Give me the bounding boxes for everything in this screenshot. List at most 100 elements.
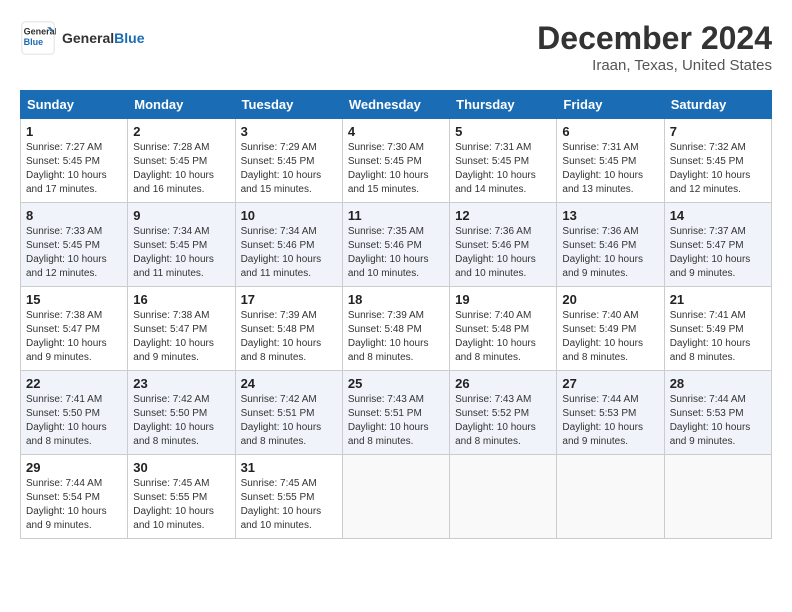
day-info: Sunrise: 7:42 AM Sunset: 5:51 PM Dayligh… [241,393,337,449]
calendar-cell: 24 Sunrise: 7:42 AM Sunset: 5:51 PM Dayli… [235,371,342,455]
header: General Blue GeneralBlue December 2024 I… [20,20,772,74]
day-number: 20 [562,292,658,307]
calendar-cell: 31Sunrise: 7:45 AM Sunset: 5:55 PM Dayli… [235,455,342,539]
calendar-cell [557,455,664,539]
day-number: 28 [670,376,766,391]
calendar-cell: 19 Sunrise: 7:40 AM Sunset: 5:48 PM Dayli… [450,287,557,371]
day-info: Sunrise: 7:44 AM Sunset: 5:54 PM Dayligh… [26,477,122,533]
logo-icon: General Blue [20,20,56,56]
calendar-cell: 9Sunrise: 7:34 AM Sunset: 5:45 PM Daylig… [128,203,235,287]
day-info: Sunrise: 7:41 AM Sunset: 5:50 PM Dayligh… [26,393,122,449]
day-number: 6 [562,124,658,139]
logo: General Blue GeneralBlue [20,20,144,56]
day-info: Sunrise: 7:32 AM Sunset: 5:45 PM Dayligh… [670,141,766,197]
calendar-cell: 30 Sunrise: 7:45 AM Sunset: 5:55 PM Dayli… [128,455,235,539]
col-header-sunday: Sunday [21,91,128,119]
calendar-cell: 26 Sunrise: 7:43 AM Sunset: 5:52 PM Dayli… [450,371,557,455]
calendar-cell: 2 Sunrise: 7:28 AM Sunset: 5:45 PM Daylig… [128,119,235,203]
day-number: 7 [670,124,766,139]
day-number: 27 [562,376,658,391]
col-header-thursday: Thursday [450,91,557,119]
calendar-cell: 3Sunrise: 7:29 AM Sunset: 5:45 PM Daylig… [235,119,342,203]
calendar-cell: 13 Sunrise: 7:36 AM Sunset: 5:46 PM Dayli… [557,203,664,287]
title-area: December 2024 Iraan, Texas, United State… [537,20,772,74]
day-number: 23 [133,376,229,391]
day-number: 17 [241,292,337,307]
calendar-cell: 28 Sunrise: 7:44 AM Sunset: 5:53 PM Dayli… [664,371,771,455]
day-number: 29 [26,460,122,475]
day-number: 12 [455,208,551,223]
calendar-cell: 5 Sunrise: 7:31 AM Sunset: 5:45 PM Daylig… [450,119,557,203]
calendar-cell: 16 Sunrise: 7:38 AM Sunset: 5:47 PM Dayli… [128,287,235,371]
svg-text:Blue: Blue [24,37,44,47]
day-number: 19 [455,292,551,307]
day-info: Sunrise: 7:27 AM Sunset: 5:45 PM Dayligh… [26,141,122,197]
day-info: Sunrise: 7:36 AM Sunset: 5:46 PM Dayligh… [562,225,658,281]
day-info: Sunrise: 7:38 AM Sunset: 5:47 PM Dayligh… [133,309,229,365]
header-row: SundayMondayTuesdayWednesdayThursdayFrid… [21,91,772,119]
day-number: 10 [241,208,337,223]
day-info: Sunrise: 7:42 AM Sunset: 5:50 PM Dayligh… [133,393,229,449]
day-number: 4 [348,124,444,139]
day-info: Sunrise: 7:43 AM Sunset: 5:51 PM Dayligh… [348,393,444,449]
day-number: 14 [670,208,766,223]
day-number: 13 [562,208,658,223]
col-header-friday: Friday [557,91,664,119]
day-number: 24 [241,376,337,391]
calendar-cell: 15 Sunrise: 7:38 AM Sunset: 5:47 PM Dayli… [21,287,128,371]
calendar-cell: 27Sunrise: 7:44 AM Sunset: 5:53 PM Dayli… [557,371,664,455]
day-info: Sunrise: 7:30 AM Sunset: 5:45 PM Dayligh… [348,141,444,197]
col-header-wednesday: Wednesday [342,91,449,119]
day-number: 3 [241,124,337,139]
month-title: December 2024 [537,20,772,57]
week-row-5: 29 Sunrise: 7:44 AM Sunset: 5:54 PM Dayli… [21,455,772,539]
calendar-cell: 14 Sunrise: 7:37 AM Sunset: 5:47 PM Dayli… [664,203,771,287]
day-info: Sunrise: 7:33 AM Sunset: 5:45 PM Dayligh… [26,225,122,281]
day-info: Sunrise: 7:37 AM Sunset: 5:47 PM Dayligh… [670,225,766,281]
day-number: 18 [348,292,444,307]
day-number: 26 [455,376,551,391]
calendar-cell: 12Sunrise: 7:36 AM Sunset: 5:46 PM Dayli… [450,203,557,287]
day-number: 30 [133,460,229,475]
day-info: Sunrise: 7:38 AM Sunset: 5:47 PM Dayligh… [26,309,122,365]
calendar-cell: 21Sunrise: 7:41 AM Sunset: 5:49 PM Dayli… [664,287,771,371]
day-number: 15 [26,292,122,307]
day-info: Sunrise: 7:43 AM Sunset: 5:52 PM Dayligh… [455,393,551,449]
calendar-cell: 11Sunrise: 7:35 AM Sunset: 5:46 PM Dayli… [342,203,449,287]
calendar-cell: 25 Sunrise: 7:43 AM Sunset: 5:51 PM Dayli… [342,371,449,455]
week-row-2: 8Sunrise: 7:33 AM Sunset: 5:45 PM Daylig… [21,203,772,287]
day-number: 22 [26,376,122,391]
day-info: Sunrise: 7:40 AM Sunset: 5:49 PM Dayligh… [562,309,658,365]
calendar-cell: 7 Sunrise: 7:32 AM Sunset: 5:45 PM Daylig… [664,119,771,203]
day-info: Sunrise: 7:44 AM Sunset: 5:53 PM Dayligh… [670,393,766,449]
calendar-cell: 20 Sunrise: 7:40 AM Sunset: 5:49 PM Dayli… [557,287,664,371]
logo-text: GeneralBlue [62,30,144,46]
day-number: 16 [133,292,229,307]
day-info: Sunrise: 7:31 AM Sunset: 5:45 PM Dayligh… [562,141,658,197]
day-info: Sunrise: 7:45 AM Sunset: 5:55 PM Dayligh… [241,477,337,533]
day-info: Sunrise: 7:34 AM Sunset: 5:45 PM Dayligh… [133,225,229,281]
calendar-cell: 1Sunrise: 7:27 AM Sunset: 5:45 PM Daylig… [21,119,128,203]
day-info: Sunrise: 7:31 AM Sunset: 5:45 PM Dayligh… [455,141,551,197]
day-number: 5 [455,124,551,139]
svg-text:General: General [24,26,56,36]
col-header-saturday: Saturday [664,91,771,119]
week-row-4: 22 Sunrise: 7:41 AM Sunset: 5:50 PM Dayli… [21,371,772,455]
day-info: Sunrise: 7:28 AM Sunset: 5:45 PM Dayligh… [133,141,229,197]
day-info: Sunrise: 7:45 AM Sunset: 5:55 PM Dayligh… [133,477,229,533]
day-number: 25 [348,376,444,391]
calendar-cell: 22 Sunrise: 7:41 AM Sunset: 5:50 PM Dayli… [21,371,128,455]
location-title: Iraan, Texas, United States [537,57,772,74]
calendar-cell: 6 Sunrise: 7:31 AM Sunset: 5:45 PM Daylig… [557,119,664,203]
calendar-cell [342,455,449,539]
calendar-cell: 8Sunrise: 7:33 AM Sunset: 5:45 PM Daylig… [21,203,128,287]
calendar-cell [664,455,771,539]
day-number: 21 [670,292,766,307]
day-info: Sunrise: 7:35 AM Sunset: 5:46 PM Dayligh… [348,225,444,281]
col-header-tuesday: Tuesday [235,91,342,119]
col-header-monday: Monday [128,91,235,119]
day-info: Sunrise: 7:39 AM Sunset: 5:48 PM Dayligh… [348,309,444,365]
day-number: 2 [133,124,229,139]
day-info: Sunrise: 7:40 AM Sunset: 5:48 PM Dayligh… [455,309,551,365]
calendar-cell: 10Sunrise: 7:34 AM Sunset: 5:46 PM Dayli… [235,203,342,287]
